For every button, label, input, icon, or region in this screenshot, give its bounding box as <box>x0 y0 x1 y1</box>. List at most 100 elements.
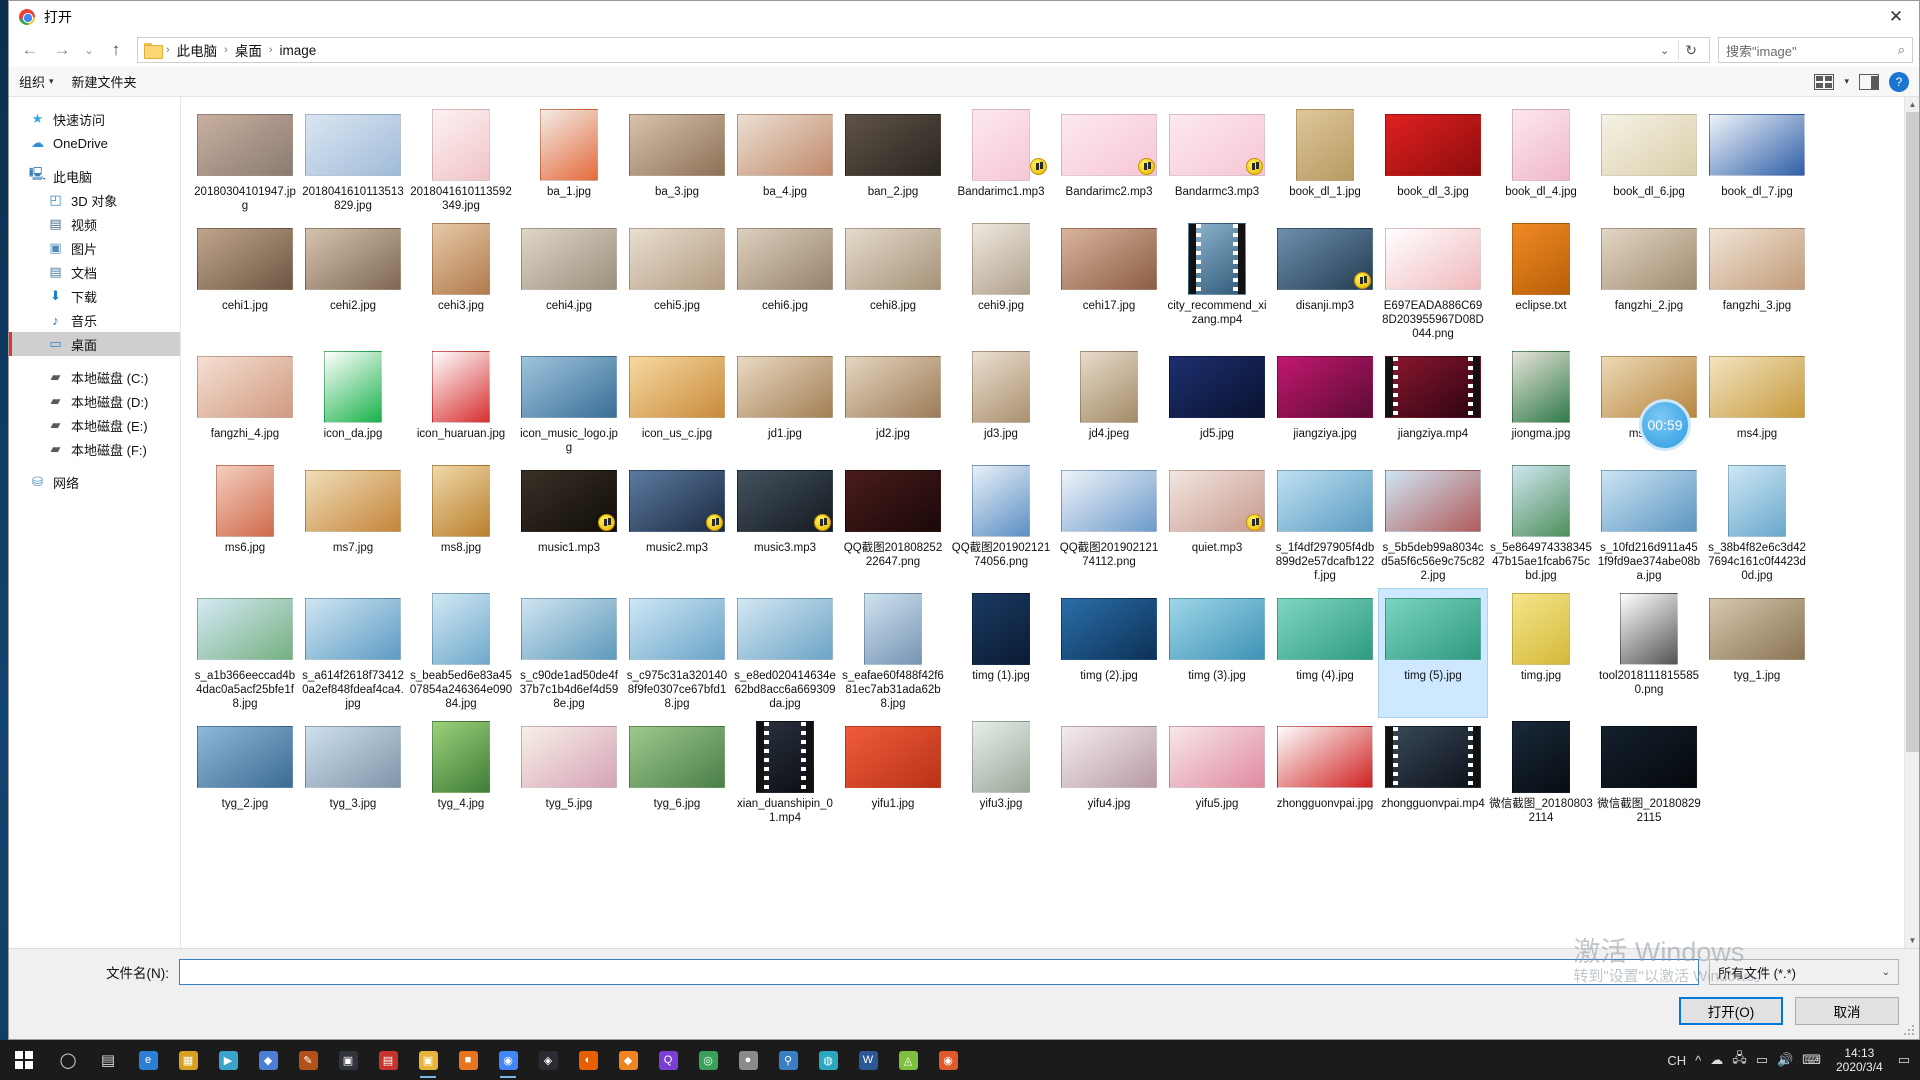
file-item[interactable]: book_dl_1.jpg <box>1271 105 1379 219</box>
preview-pane-icon[interactable] <box>1859 73 1879 90</box>
file-item[interactable]: icon_music_logo.jpg <box>515 347 623 461</box>
file-item[interactable]: s_38b4f82e6c3d427694c161c0f4423d0d.jpg <box>1703 461 1811 589</box>
file-item[interactable]: ms7.jpg <box>299 461 407 589</box>
file-item[interactable]: s_1f4df297905f4db899d2e57dcafb122f.jpg <box>1271 461 1379 589</box>
file-item[interactable]: cehi9.jpg <box>947 219 1055 347</box>
up-button[interactable]: ↑ <box>101 36 131 64</box>
file-item[interactable]: tyg_6.jpg <box>623 717 731 831</box>
sidebar-item-2[interactable]: 🖳 此电脑 <box>9 164 180 188</box>
help-icon[interactable]: ? <box>1889 71 1909 92</box>
file-item[interactable]: Bandarimc1.mp3 <box>947 105 1055 219</box>
idea-icon[interactable]: ◈ <box>528 1040 568 1080</box>
file-item[interactable]: jd3.jpg <box>947 347 1055 461</box>
file-item[interactable]: ba_4.jpg <box>731 105 839 219</box>
file-item[interactable]: timg (5).jpg <box>1378 588 1488 718</box>
sidebar-item-4[interactable]: ▤ 视频 <box>9 212 180 236</box>
file-item[interactable]: yifu3.jpg <box>947 717 1055 831</box>
file-item[interactable]: s_e8ed020414634e62bd8acc6a669309da.jpg <box>731 589 839 717</box>
file-item[interactable]: s_a1b366eeccad4b4dac0a5acf25bfe1f8.jpg <box>191 589 299 717</box>
file-item[interactable]: E697EADA886C698D203955967D08D044.png <box>1379 219 1487 347</box>
sidebar-item-11[interactable]: ▰ 本地磁盘 (D:) <box>9 389 180 413</box>
file-item[interactable]: cehi1.jpg <box>191 219 299 347</box>
file-item[interactable]: s_c90de1ad50de4f37b7c1b4d6ef4d598e.jpg <box>515 589 623 717</box>
file-item[interactable]: music2.mp3 <box>623 461 731 589</box>
sidebar-item-0[interactable]: ★ 快速访问 <box>9 107 180 131</box>
refresh-icon[interactable]: ↻ <box>1678 40 1703 60</box>
file-item[interactable]: jd1.jpg <box>731 347 839 461</box>
file-item[interactable]: 20180304101947.jpg <box>191 105 299 219</box>
keyboard-icon[interactable]: ⌨ <box>1802 1052 1821 1068</box>
power-icon[interactable]: ◉ <box>928 1040 968 1080</box>
file-item[interactable]: tyg_4.jpg <box>407 717 515 831</box>
filename-input[interactable] <box>179 959 1699 985</box>
file-item[interactable]: 2018041610113513829.jpg <box>299 105 407 219</box>
file-item[interactable]: tool20181118155850.png <box>1595 589 1703 717</box>
file-item[interactable]: QQ截图20190212174112.png <box>1055 461 1163 589</box>
pin-icon[interactable]: ⚲ <box>768 1040 808 1080</box>
file-item[interactable]: tyg_2.jpg <box>191 717 299 831</box>
file-item[interactable]: icon_huaruan.jpg <box>407 347 515 461</box>
file-item[interactable]: book_dl_6.jpg <box>1595 105 1703 219</box>
file-item[interactable]: quiet.mp3 <box>1163 461 1271 589</box>
file-item[interactable]: ba_1.jpg <box>515 105 623 219</box>
file-item[interactable]: jd4.jpeg <box>1055 347 1163 461</box>
file-item[interactable]: timg (3).jpg <box>1163 589 1271 717</box>
sidebar-item-8[interactable]: ♪ 音乐 <box>9 308 180 332</box>
network-icon[interactable]: 🖧 <box>1732 1049 1747 1071</box>
scroll-up-icon[interactable]: ▲ <box>1905 97 1919 112</box>
file-item[interactable]: tyg_3.jpg <box>299 717 407 831</box>
sidebar-item-10[interactable]: ▰ 本地磁盘 (C:) <box>9 365 180 389</box>
organize-button[interactable]: 组织 ▾ <box>19 72 54 91</box>
file-item[interactable]: ba_3.jpg <box>623 105 731 219</box>
file-item[interactable]: cehi5.jpg <box>623 219 731 347</box>
file-item[interactable]: Bandarmc3.mp3 <box>1163 105 1271 219</box>
breadcrumb[interactable]: › 此电脑 › 桌面 › image ⌄ ↻ <box>137 37 1710 63</box>
sidebar-item-7[interactable]: ⬇ 下载 <box>9 284 180 308</box>
volume-icon[interactable]: 🔊 <box>1777 1052 1793 1068</box>
file-item[interactable]: ms4.jpg <box>1703 347 1811 461</box>
chevron-down-icon[interactable]: ⌄ <box>1654 44 1675 57</box>
explorer-icon[interactable]: ▣ <box>408 1040 448 1080</box>
file-item[interactable]: music3.mp3 <box>731 461 839 589</box>
open-button[interactable]: 打开(O) <box>1679 997 1783 1025</box>
file-item[interactable]: tyg_1.jpg <box>1703 589 1811 717</box>
close-icon[interactable]: ✕ <box>1873 1 1919 33</box>
breadcrumb-item-2[interactable]: image <box>278 42 319 59</box>
file-item[interactable]: zhongguonvpai.jpg <box>1271 717 1379 831</box>
view-layout-icon[interactable] <box>1814 73 1835 90</box>
file-item[interactable]: tyg_5.jpg <box>515 717 623 831</box>
file-item[interactable]: 00:59ms1.jpg <box>1595 347 1703 461</box>
file-item[interactable]: fangzhi_4.jpg <box>191 347 299 461</box>
file-item[interactable]: s_5b5deb99a8034cd5a5f6c56e9c75c822.jpg <box>1379 461 1487 589</box>
file-item[interactable]: 微信截图_201808032114 <box>1487 717 1595 831</box>
file-item[interactable]: timg.jpg <box>1487 589 1595 717</box>
file-list-pane[interactable]: 20180304101947.jpg 2018041610113513829.jp… <box>181 97 1919 948</box>
file-item[interactable]: QQ截图20180825222647.png <box>839 461 947 589</box>
file-item[interactable]: cehi17.jpg <box>1055 219 1163 347</box>
file-item[interactable]: xian_duanshipin_01.mp4 <box>731 717 839 831</box>
file-item[interactable]: cehi4.jpg <box>515 219 623 347</box>
file-item[interactable]: cehi8.jpg <box>839 219 947 347</box>
tray-overflow-icon[interactable]: ^ <box>1695 1053 1701 1068</box>
edge-icon[interactable]: e <box>128 1040 168 1080</box>
file-item[interactable]: s_10fd216d911a451f9fd9ae374abe08ba.jpg <box>1595 461 1703 589</box>
file-item[interactable]: ms6.jpg <box>191 461 299 589</box>
file-item[interactable]: book_dl_3.jpg <box>1379 105 1487 219</box>
pdf-icon[interactable]: ▤ <box>368 1040 408 1080</box>
search-input[interactable]: 搜索"image" ⌕ <box>1718 37 1913 63</box>
file-item[interactable]: 2018041610113592349.jpg <box>407 105 515 219</box>
file-item[interactable]: cehi2.jpg <box>299 219 407 347</box>
camera-icon[interactable]: ◎ <box>688 1040 728 1080</box>
back-button[interactable]: ← <box>15 36 45 64</box>
chrome-icon[interactable]: ◉ <box>488 1040 528 1080</box>
file-item[interactable]: yifu5.jpg <box>1163 717 1271 831</box>
file-item[interactable]: eclipse.txt <box>1487 219 1595 347</box>
sidebar-item-12[interactable]: ▰ 本地磁盘 (E:) <box>9 413 180 437</box>
file-item[interactable]: book_dl_7.jpg <box>1703 105 1811 219</box>
firefox-icon[interactable]: ◐ <box>568 1040 608 1080</box>
file-item[interactable]: s_eafae60f488f42f681ec7ab31ada62b8.jpg <box>839 589 947 717</box>
breadcrumb-item-1[interactable]: 桌面 <box>233 39 264 61</box>
new-folder-button[interactable]: 新建文件夹 <box>72 72 137 91</box>
file-item[interactable]: city_recommend_xizang.mp4 <box>1163 219 1271 347</box>
file-item[interactable]: zhongguonvpai.mp4 <box>1379 717 1487 831</box>
